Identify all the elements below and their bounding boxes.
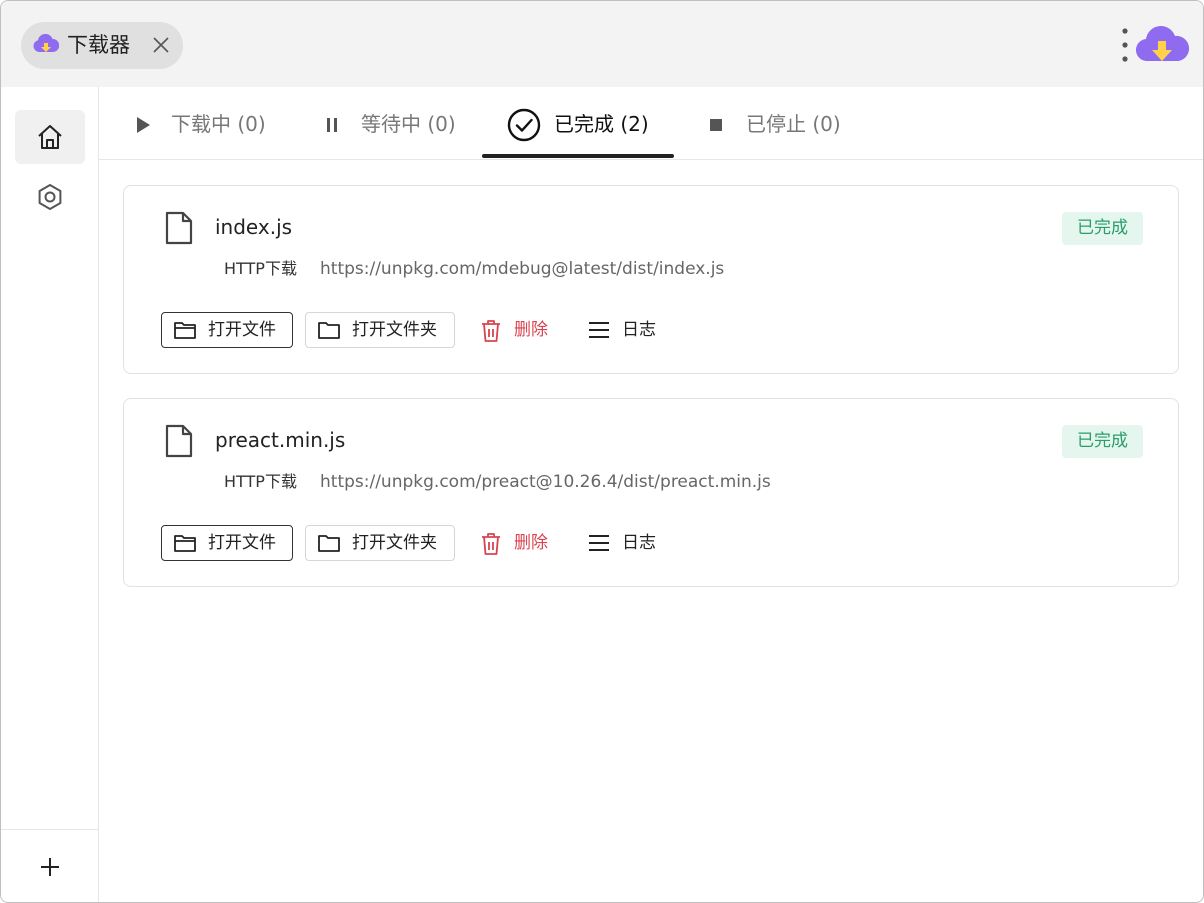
open-file-button[interactable]: 打开文件 (161, 525, 293, 561)
status-badge: 已完成 (1062, 425, 1143, 458)
delete-button[interactable]: 删除 (467, 312, 559, 348)
tab-waiting[interactable]: 等待中 (0) (321, 87, 471, 159)
home-icon (38, 125, 62, 149)
sidebar-footer (1, 829, 98, 902)
stop-icon (710, 119, 722, 131)
check-circle-icon (507, 108, 541, 142)
close-icon[interactable] (151, 35, 171, 55)
title-bar: 下载器 (1, 1, 1203, 87)
button-label: 删除 (514, 320, 548, 340)
folder-icon (318, 322, 340, 339)
active-tab-indicator (482, 154, 674, 158)
button-label: 打开文件夹 (352, 533, 437, 553)
tab-downloading[interactable]: 下载中 (0) (129, 87, 279, 159)
open-folder-button[interactable]: 打开文件夹 (305, 525, 455, 561)
tab-completed[interactable]: 已完成 (2) (482, 87, 674, 159)
delete-button[interactable]: 删除 (467, 525, 559, 561)
protocol-label: HTTP下载 (224, 472, 297, 491)
button-label: 删除 (514, 533, 548, 553)
log-button[interactable]: 日志 (575, 312, 667, 348)
menu-lines-icon (589, 535, 609, 551)
log-button[interactable]: 日志 (575, 525, 667, 561)
tab-label: 已停止 (0) (746, 112, 841, 136)
sidebar-home-button[interactable] (15, 110, 85, 164)
button-label: 日志 (622, 320, 656, 340)
button-label: 打开文件夹 (352, 320, 437, 340)
app-tab-label: 下载器 (67, 33, 130, 57)
button-label: 日志 (622, 533, 656, 553)
open-file-button[interactable]: 打开文件 (161, 312, 293, 348)
status-tabs: 下载中 (0) 等待中 (0) 已完成 (2) 已停止 (0) (99, 87, 1203, 160)
file-name: preact.min.js (215, 428, 346, 452)
app-window: 下载器 下载中 (0) 等待中 (0) 已完成 (2) 已停止 (0) inde… (0, 0, 1204, 903)
folder-icon (318, 535, 340, 552)
status-badge: 已完成 (1062, 212, 1143, 245)
cloud-download-icon (33, 34, 59, 52)
tab-label: 下载中 (0) (171, 112, 266, 136)
trash-icon (482, 320, 500, 342)
file-icon (165, 211, 193, 245)
open-folder-button[interactable]: 打开文件夹 (305, 312, 455, 348)
settings-icon (38, 184, 62, 210)
sidebar-settings-button[interactable] (15, 170, 85, 224)
trash-icon (482, 533, 500, 555)
file-icon (165, 424, 193, 458)
download-item: index.js 已完成 HTTP下载 https://unpkg.com/md… (123, 185, 1179, 374)
download-item: preact.min.js 已完成 HTTP下载 https://unpkg.c… (123, 398, 1179, 587)
menu-lines-icon (589, 322, 609, 338)
more-vertical-icon[interactable] (1117, 25, 1133, 65)
tab-label: 已完成 (2) (554, 112, 649, 136)
folder-open-icon (174, 322, 196, 339)
protocol-label: HTTP下载 (224, 259, 297, 278)
pause-icon (327, 118, 337, 132)
tab-stopped[interactable]: 已停止 (0) (706, 87, 866, 159)
app-tab[interactable]: 下载器 (21, 22, 183, 69)
sidebar (1, 87, 99, 902)
folder-open-icon (174, 535, 196, 552)
add-icon[interactable] (39, 856, 61, 878)
file-name: index.js (215, 215, 293, 239)
cloud-download-logo-icon (1135, 26, 1190, 62)
button-label: 打开文件 (208, 533, 276, 553)
play-icon (137, 117, 150, 133)
button-label: 打开文件 (208, 320, 276, 340)
tab-label: 等待中 (0) (361, 112, 456, 136)
download-url: https://unpkg.com/preact@10.26.4/dist/pr… (320, 472, 771, 492)
download-url: https://unpkg.com/mdebug@latest/dist/ind… (320, 259, 725, 279)
